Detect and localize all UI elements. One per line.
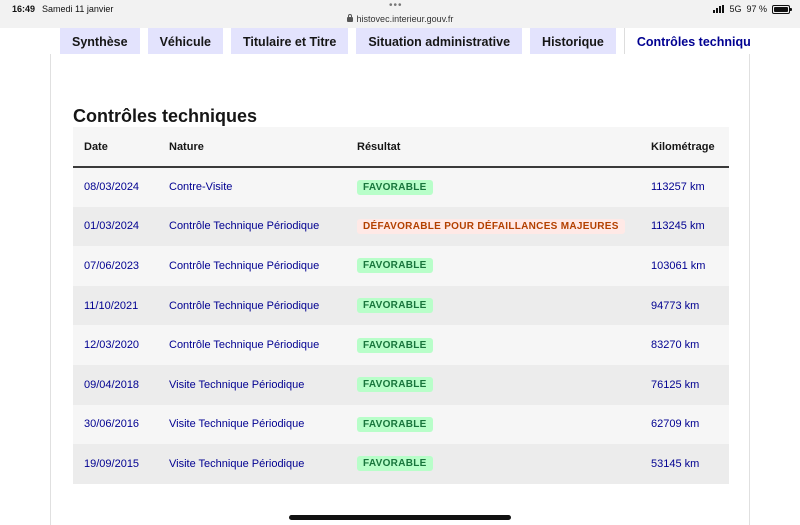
table-row: 08/03/2024 Contre-Visite FAVORABLE 113257 k… [73,167,729,207]
inspections-table: Date Nature Résultat Kilométrage 08/03/2… [73,127,729,484]
cell-date: 08/03/2024 [84,181,140,194]
table-row: 09/04/2018 Visite Technique Périodique FAV… [73,364,729,405]
status-indicators: 5G 97 % [713,4,792,14]
address-bar[interactable]: histovec.interieur.gouv.fr [0,14,800,24]
column-header-nature: Nature [169,140,204,153]
cell-mileage: 76125 km [651,378,700,391]
page-title: Contrôles techniques [73,106,258,126]
status-badge: FAVORABLE [357,377,433,393]
tab-vehicule[interactable]: Véhicule [147,28,224,55]
cellular-signal-icon [713,5,725,13]
status-badge: DÉFAVORABLE POUR DÉFAILLANCES MAJEURES [357,218,625,234]
table-row: 19/09/2015 Visite Technique Périodique FAV… [73,444,729,484]
tab-controles-techniques[interactable]: Contrôles techniques [623,28,750,55]
battery-fill [774,6,788,12]
status-badge: FAVORABLE [357,298,433,314]
tab-panel: Contrôles techniques Date Nature Résulta… [50,54,750,525]
table-body: 08/03/2024 Contre-Visite FAVORABLE 113257 k… [73,167,729,484]
table-header-row: Date Nature Résultat Kilométrage [73,127,729,167]
multitasking-dots-icon[interactable]: ••• [389,0,403,11]
cell-nature: Contrôle Technique Périodique [169,299,320,312]
cell-nature: Contrôle Technique Périodique [169,339,320,352]
column-header-mileage: Kilométrage [651,140,715,153]
cell-date: 30/06/2016 [84,418,140,431]
cell-date: 19/09/2015 [84,457,140,470]
cell-nature: Contrôle Technique Périodique [169,259,320,272]
cell-date: 11/10/2021 [84,299,139,312]
column-header-result: Résultat [357,140,401,153]
home-indicator[interactable] [289,515,511,520]
status-badge: FAVORABLE [357,337,433,353]
status-time: 16:49 [12,4,36,14]
cell-result: DÉFAVORABLE POUR DÉFAILLANCES MAJEURES [346,207,640,247]
status-bar: 16:49 Samedi 11 janvier ••• histovec.int… [0,0,800,28]
table-row: 11/10/2021 Contrôle Technique Périodique F… [73,285,729,326]
cell-result: FAVORABLE [346,444,640,484]
table-row: 01/03/2024 Contrôle Technique Périodique D… [73,206,729,247]
cell-date: 01/03/2024 [84,220,140,233]
status-badge: FAVORABLE [357,456,433,472]
cell-mileage: 62709 km [651,418,700,431]
table-row: 07/06/2023 Contrôle Technique Périodique F… [73,246,729,286]
cell-nature: Visite Technique Périodique [169,418,305,431]
cell-result: FAVORABLE [346,286,640,326]
address-url: histovec.interieur.gouv.fr [356,14,454,24]
status-badge: FAVORABLE [357,179,433,195]
cell-nature: Contre-Visite [169,181,233,194]
cell-mileage: 113245 km [651,220,705,233]
column-header-date: Date [84,140,108,153]
tab-historique[interactable]: Historique [530,28,616,55]
battery-icon [772,4,792,14]
cell-mileage: 113257 km [651,181,705,194]
cell-nature: Visite Technique Périodique [169,457,305,470]
status-date: Samedi 11 janvier [42,4,114,14]
lock-icon [346,14,353,22]
cell-result: FAVORABLE [346,325,640,365]
cell-mileage: 83270 km [651,339,700,352]
cell-result: FAVORABLE [346,405,640,445]
tab-titulaire-et-titre[interactable]: Titulaire et Titre [231,28,349,55]
cell-nature: Contrôle Technique Périodique [169,220,320,233]
cell-nature: Visite Technique Périodique [169,378,305,391]
network-type: 5G [729,4,742,14]
battery-percent: 97 % [746,4,767,14]
cell-result: FAVORABLE [346,167,640,207]
cell-mileage: 53145 km [651,457,700,470]
cell-mileage: 94773 km [651,299,700,312]
table-row: 12/03/2020 Contrôle Technique Périodique F… [73,325,729,365]
tab-situation-administrative[interactable]: Situation administrative [356,28,523,55]
cell-date: 07/06/2023 [84,259,140,272]
cell-date: 12/03/2020 [84,339,140,352]
cell-mileage: 103061 km [651,259,706,272]
tab-bar: Synthèse Véhicule Titulaire et Titre Situat… [50,28,750,55]
cell-result: FAVORABLE [346,246,640,286]
table-row: 30/06/2016 Visite Technique Périodique FAV… [73,404,729,445]
cell-date: 09/04/2018 [84,378,140,391]
status-badge: FAVORABLE [357,416,433,432]
status-badge: FAVORABLE [357,258,433,274]
cell-result: FAVORABLE [346,365,640,405]
tab-synthese[interactable]: Synthèse [60,28,140,55]
